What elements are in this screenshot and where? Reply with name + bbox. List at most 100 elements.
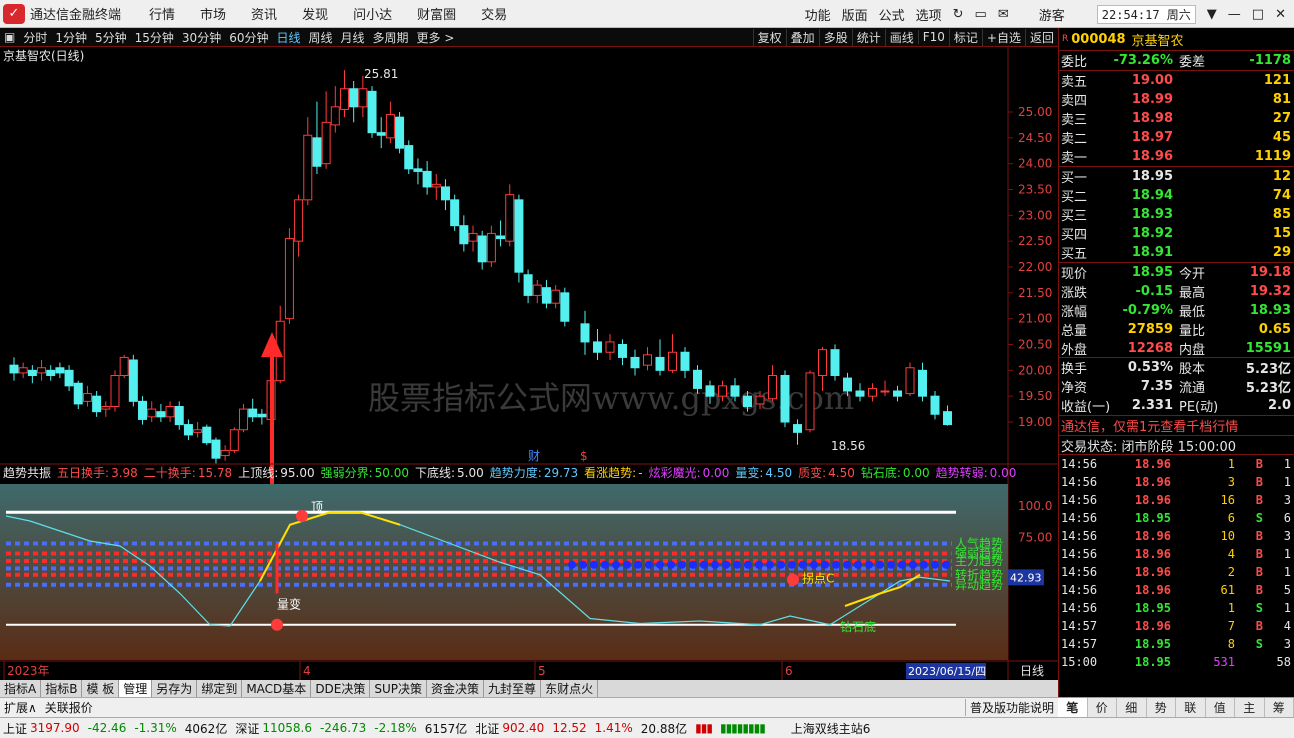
period-tab[interactable]: 1分钟 (51, 29, 91, 46)
finance-marker[interactable]: 财 (528, 449, 540, 463)
menu-item[interactable]: 行情 (149, 8, 175, 23)
expand-button[interactable]: 扩展∧ (0, 699, 41, 716)
menu-item[interactable]: 市场 (200, 8, 226, 23)
indicator-tab[interactable]: 绑定到 (197, 680, 243, 697)
menu-item[interactable]: 问小达 (353, 8, 392, 23)
period-tab[interactable]: 月线 (337, 29, 369, 46)
tick-row: 14:56 18.96 10 B 3 (1059, 527, 1294, 545)
book-label: 买三 (1061, 209, 1088, 224)
menu-icon[interactable]: ▼ (1207, 7, 1217, 22)
period-tab[interactable]: 多周期 (369, 29, 413, 46)
high-label: 25.81 (364, 67, 398, 81)
tick-price: 18.96 (1134, 493, 1171, 507)
user-label[interactable]: 游客 (1039, 5, 1065, 24)
menu-item[interactable]: 发现 (302, 8, 328, 23)
ad-text[interactable]: 通达信，仅需1元查看千档行情 (1059, 416, 1238, 435)
indicator-tab[interactable]: 管理 (119, 680, 153, 697)
book-row: 卖二 18.97 45 (1059, 128, 1294, 147)
candle-body (668, 351, 677, 371)
book-label: 卖三 (1061, 113, 1088, 128)
indicator-tab[interactable]: 另存为 (152, 680, 198, 697)
mail-icon[interactable]: ✉ (998, 7, 1009, 22)
quote-tab[interactable]: 价 (1088, 698, 1117, 717)
indicator-tab[interactable]: DDE决策 (311, 680, 371, 697)
screen-icon[interactable]: ▭ (975, 7, 987, 22)
y-tick-label: 25.00 (1018, 105, 1052, 119)
menu-item[interactable]: 财富圈 (417, 8, 456, 23)
sh-pct: -1.31% (134, 721, 177, 735)
period-tab[interactable]: 30分钟 (178, 29, 225, 46)
candle-body (830, 349, 840, 376)
book-volume: 29 (1272, 245, 1291, 260)
chart-tool-button[interactable]: +自选 (981, 28, 1025, 46)
period-tab[interactable]: 60分钟 (225, 29, 272, 46)
candle-body (330, 106, 340, 126)
right-menu-item[interactable]: 公式 (879, 5, 905, 24)
chart-tool-button[interactable]: 返回 (1024, 28, 1058, 46)
server-site[interactable]: 上海双线主站6 (791, 720, 871, 737)
indicator-tab[interactable]: 指标A (0, 680, 42, 697)
indicator-tab[interactable]: 东财点火 (541, 680, 599, 697)
tick-price: 18.96 (1134, 619, 1171, 633)
quote-tab[interactable]: 主 (1235, 698, 1265, 717)
trend-dot (700, 560, 708, 569)
menu-item[interactable]: 资讯 (251, 8, 277, 23)
tick-price: 18.96 (1134, 547, 1171, 561)
quote-tab[interactable]: 值 (1206, 698, 1235, 717)
chart-tool-button[interactable]: 多股 (818, 28, 852, 46)
candle-body (505, 194, 515, 242)
period-tab[interactable]: 分时 (19, 29, 51, 46)
period-tab[interactable]: 周线 (305, 29, 337, 46)
quote-tab[interactable]: 笔 (1058, 698, 1088, 717)
quote-tab[interactable]: 势 (1147, 698, 1176, 717)
period-tab[interactable]: 5分钟 (91, 29, 131, 46)
chart-tool-button[interactable]: F10 (917, 30, 949, 44)
dollar-marker[interactable]: $ (580, 449, 588, 463)
right-menu-item[interactable]: 功能 (805, 5, 831, 24)
chart-tool-button[interactable]: 标记 (948, 28, 982, 46)
minimize-icon[interactable]: — (1228, 7, 1241, 22)
indicator-tab[interactable]: MACD基本 (242, 680, 312, 697)
quote-tab[interactable]: 联 (1176, 698, 1206, 717)
quote-tab[interactable]: 细 (1117, 698, 1147, 717)
tick-direction: B (1255, 529, 1263, 543)
candle-body (156, 411, 166, 418)
stat-label: 总量 (1061, 324, 1088, 339)
period-label[interactable]: 日线 (1020, 664, 1044, 678)
quote-tab[interactable]: 筹 (1265, 698, 1294, 717)
liangbian-label: 量变 (277, 597, 301, 612)
book-price: 18.93 (1131, 207, 1173, 222)
trade-state: 交易状态: 闭市阶段 15:00:00 (1061, 439, 1237, 455)
period-tab[interactable]: 日线 (272, 29, 304, 46)
indicator-tab[interactable]: SUP决策 (370, 680, 428, 697)
stat-row: 净资 7.35 流通 5.23亿 (1059, 377, 1294, 396)
refresh-icon[interactable]: ↻ (953, 7, 964, 22)
indicator-tab[interactable]: 指标B (41, 680, 83, 697)
candle-body (643, 354, 652, 366)
panel-icon[interactable]: ▣ (0, 30, 19, 44)
related-quote-button[interactable]: 关联报价 (41, 699, 97, 716)
period-tab[interactable]: 更多 > (413, 29, 459, 46)
maximize-icon[interactable]: □ (1252, 7, 1264, 22)
indicator-tab[interactable]: 模 板 (82, 680, 120, 697)
indicator-tab[interactable]: 九封至尊 (484, 680, 542, 697)
period-tab[interactable]: 15分钟 (131, 29, 178, 46)
turn-point-icon (787, 573, 799, 586)
chart-tool-button[interactable]: 叠加 (785, 28, 819, 46)
nb-value: 902.40 (502, 721, 545, 735)
ad-row[interactable]: 通达信，仅需1元查看千档行情 (1059, 415, 1294, 435)
right-menu-item[interactable]: 版面 (842, 5, 868, 24)
chart-tool-button[interactable]: 统计 (851, 28, 885, 46)
sz-label[interactable]: 深证 (235, 720, 259, 737)
help-link[interactable]: 普及版功能说明 (964, 699, 1058, 716)
menu-item[interactable]: 交易 (481, 8, 507, 23)
nb-label[interactable]: 北证 (475, 720, 499, 737)
right-menu-item[interactable]: 选项 (916, 5, 942, 24)
kline-chart[interactable]: 25.00 24.50 24.00 23.50 23.00 22.50 22.00 21.50… (0, 47, 1058, 680)
chart-tool-button[interactable]: 复权 (752, 28, 786, 46)
indicator-tab[interactable]: 资金决策 (427, 680, 485, 697)
sh-label[interactable]: 上证 (3, 720, 27, 737)
close-icon[interactable]: ✕ (1275, 7, 1286, 22)
trend-dot (810, 560, 818, 569)
chart-tool-button[interactable]: 画线 (884, 28, 918, 46)
